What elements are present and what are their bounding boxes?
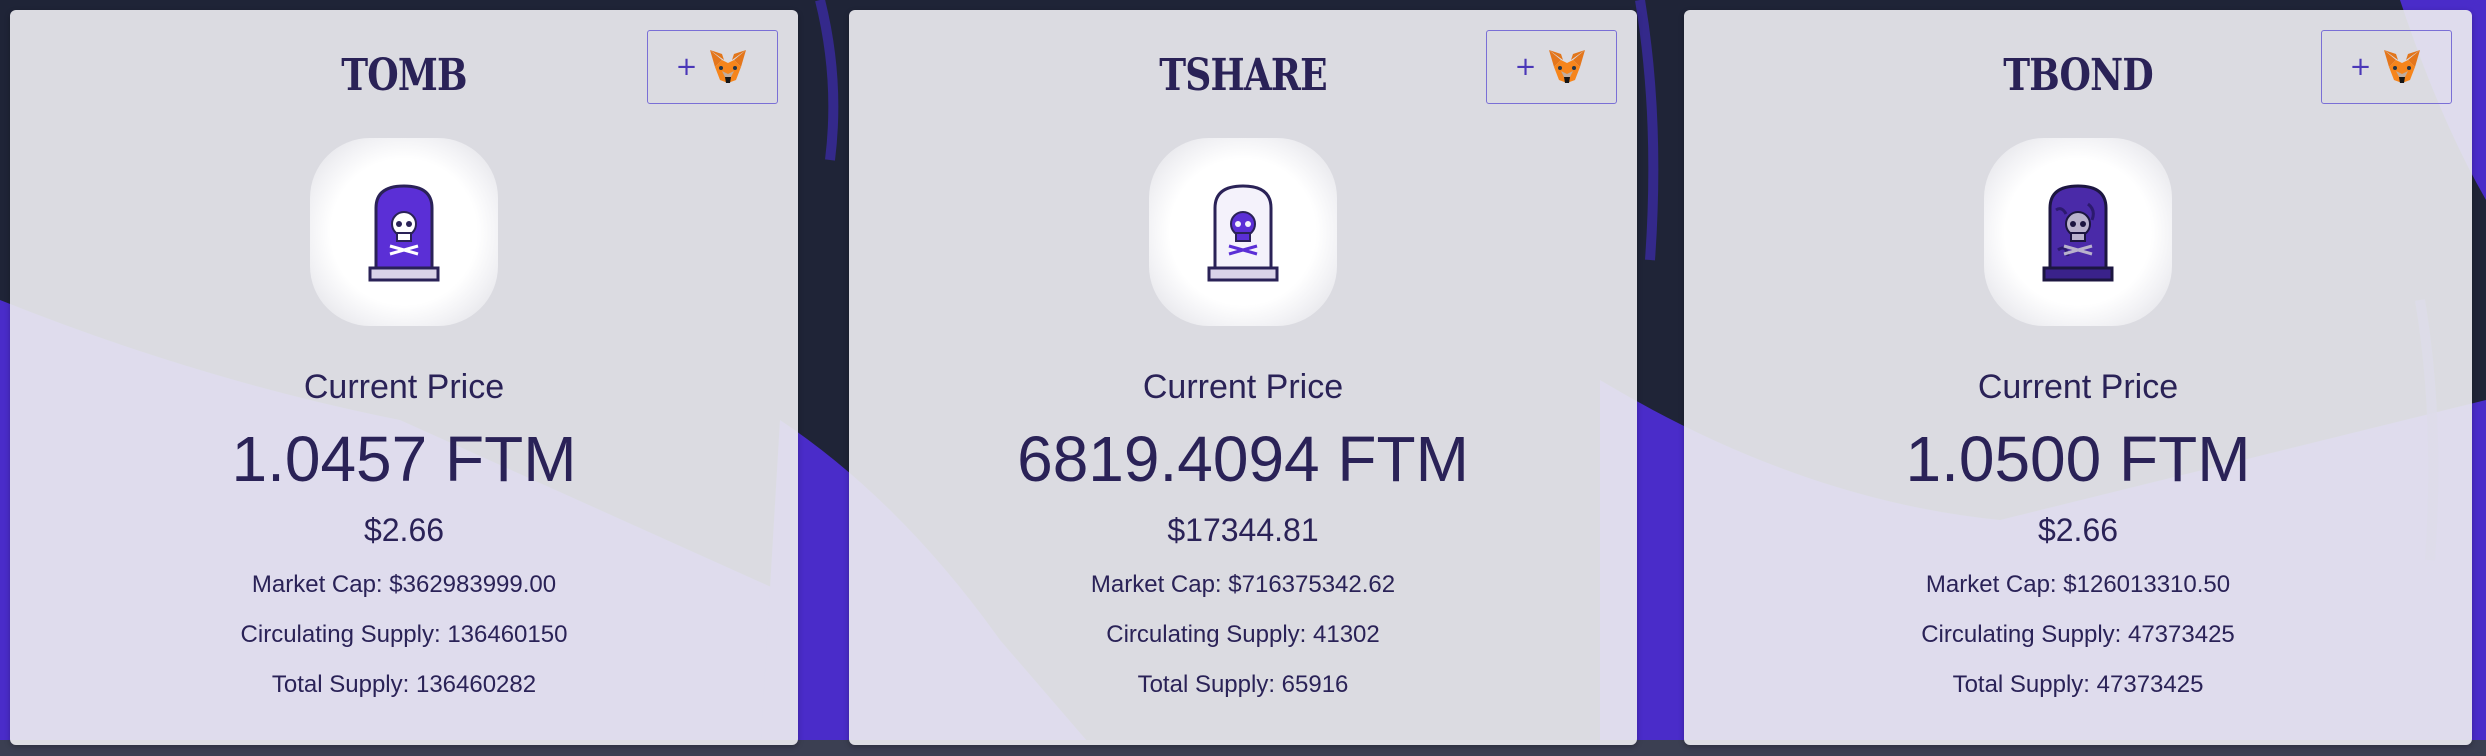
token-cards: TOMB + Current Price 1.0457 FTM $2.66 Ma… xyxy=(0,0,2486,756)
token-badge xyxy=(1149,138,1337,326)
plus-icon: + xyxy=(2349,52,2372,82)
token-badge xyxy=(310,138,498,326)
current-price-label: Current Price xyxy=(1977,368,2179,406)
price-ftm: 1.0500 FTM xyxy=(1905,423,2251,495)
market-cap: Market Cap: $126013310.50 xyxy=(1925,571,2231,598)
add-to-metamask-button[interactable]: + xyxy=(1486,30,1617,104)
market-cap: Market Cap: $716375342.62 xyxy=(1090,571,1396,598)
card-title: TOMB xyxy=(341,50,467,101)
price-ftm: 1.0457 FTM xyxy=(231,423,577,495)
add-to-metamask-button[interactable]: + xyxy=(2321,30,2452,104)
tombstone-dark-purple-icon xyxy=(2042,184,2114,282)
token-card-tomb: TOMB + Current Price 1.0457 FTM $2.66 Ma… xyxy=(10,10,798,745)
price-usd: $2.66 xyxy=(363,512,445,548)
tombstone-purple-icon xyxy=(368,184,440,282)
market-cap: Market Cap: $362983999.00 xyxy=(251,571,557,598)
total-supply: Total Supply: 65916 xyxy=(1137,671,1349,698)
metamask-fox-icon xyxy=(2381,47,2423,87)
add-to-metamask-button[interactable]: + xyxy=(647,30,778,104)
circulating-supply: Circulating Supply: 47373425 xyxy=(1921,621,2235,648)
token-badge xyxy=(1984,138,2172,326)
plus-icon: + xyxy=(675,52,698,82)
price-usd: $17344.81 xyxy=(1167,512,1319,548)
metamask-fox-icon xyxy=(1546,47,1588,87)
total-supply: Total Supply: 136460282 xyxy=(271,671,537,698)
tombstone-white-icon xyxy=(1207,184,1279,282)
token-card-tshare: TSHARE + Current Price 6819.4094 FTM $17… xyxy=(849,10,1637,745)
plus-icon: + xyxy=(1514,52,1537,82)
total-supply: Total Supply: 47373425 xyxy=(1952,671,2204,698)
circulating-supply: Circulating Supply: 136460150 xyxy=(240,621,568,648)
price-ftm: 6819.4094 FTM xyxy=(1017,423,1469,495)
metamask-fox-icon xyxy=(707,47,749,87)
price-usd: $2.66 xyxy=(2037,512,2119,548)
card-title: TSHARE xyxy=(1159,50,1327,101)
current-price-label: Current Price xyxy=(303,368,505,406)
current-price-label: Current Price xyxy=(1142,368,1344,406)
circulating-supply: Circulating Supply: 41302 xyxy=(1106,621,1380,648)
card-title: TBOND xyxy=(2003,50,2153,101)
token-card-tbond: TBOND + Current Price 1.0500 FTM $2.66 M… xyxy=(1684,10,2472,745)
